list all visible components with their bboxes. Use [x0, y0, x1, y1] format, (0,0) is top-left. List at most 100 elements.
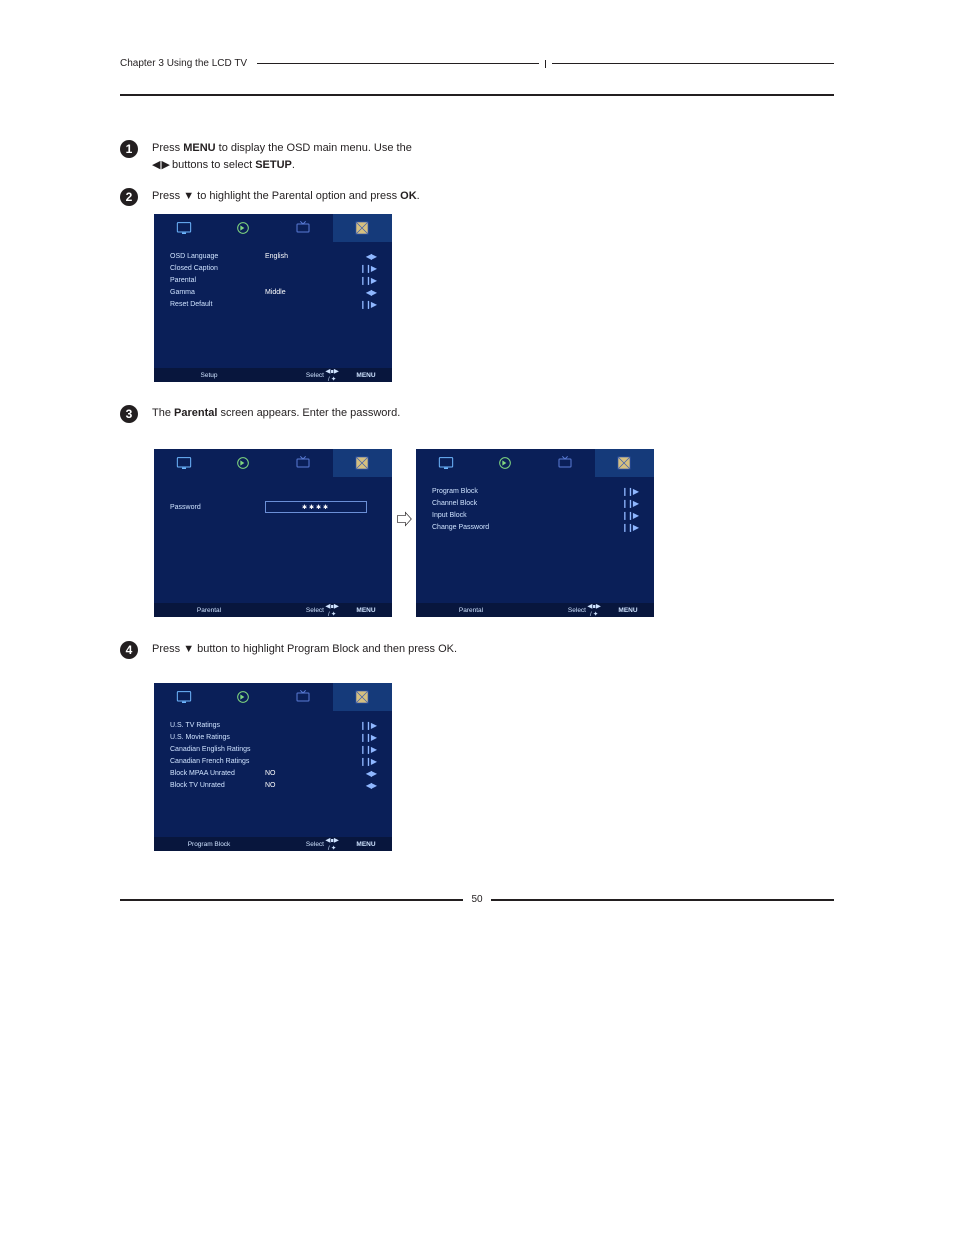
step-3: 3 The Parental screen appears. Enter the… — [120, 405, 400, 423]
section-rule — [120, 94, 834, 96]
osd-menu-label: MENU — [340, 372, 392, 379]
osd-row-value: English — [265, 253, 325, 260]
text: The — [152, 407, 174, 419]
osd-screen-name: Parental — [154, 607, 264, 614]
step-1: 1 Press MENU to display the OSD main men… — [120, 140, 412, 174]
page-header: Chapter 3 Using the LCD TV — [120, 58, 834, 69]
step-3-text: The Parental screen appears. Enter the p… — [152, 405, 400, 422]
text: Press — [152, 643, 183, 655]
osd-select-label: Select — [264, 372, 324, 379]
osd-menu-label: MENU — [602, 607, 654, 614]
tab-audio-icon — [214, 683, 274, 711]
password-mask: ✱✱✱✱ — [302, 504, 330, 511]
tab-audio-icon — [214, 449, 274, 477]
text: button to highlight — [194, 643, 287, 655]
osd-footer: Parental Select ◀∎▶ / ✦ MENU — [416, 603, 654, 617]
tab-picture-icon — [154, 214, 214, 242]
osd-nav-icon: ◀∎▶ / ✦ — [586, 602, 602, 618]
osd-row-arrow-icon: ❙❙▶ — [325, 300, 376, 309]
footer-rule — [120, 899, 463, 901]
osd-row-label: U.S. TV Ratings — [170, 722, 265, 729]
osd-menu-label: MENU — [340, 607, 392, 614]
header-rule — [257, 63, 539, 64]
osd-nav-icon: ◀∎▶ / ✦ — [324, 836, 340, 852]
osd-row-arrow-icon: ❙❙▶ — [587, 523, 638, 532]
step-2-text: Press ▼ to highlight the Parental option… — [152, 188, 420, 205]
password-label: Password — [170, 504, 265, 511]
osd-nav-icon: ◀∎▶ / ✦ — [324, 367, 340, 383]
osd-tab-bar — [154, 683, 392, 711]
osd-footer: Setup Select ◀∎▶ / ✦ MENU — [154, 368, 392, 382]
step-4-text: Press ▼ button to highlight Program Bloc… — [152, 641, 457, 658]
osd-row-label: OSD Language — [170, 253, 265, 260]
osd-row-arrow-icon: ❙❙▶ — [587, 499, 638, 508]
osd-setup-screen: OSD LanguageEnglish◀▶Closed Caption❙❙▶Pa… — [154, 214, 392, 382]
text: to highlight the Parental option and pre… — [194, 190, 400, 202]
osd-row-label: Program Block — [432, 488, 527, 495]
osd-menu-row: Block TV UnratedNO◀▶ — [170, 779, 376, 791]
osd-row-value: NO — [265, 782, 325, 789]
step-1-bullet: 1 — [120, 140, 138, 158]
text: . — [292, 159, 295, 171]
label-parental: Parental — [174, 407, 217, 419]
step-2: 2 Press ▼ to highlight the Parental opti… — [120, 188, 420, 206]
osd-footer: Program Block Select ◀∎▶ / ✦ MENU — [154, 837, 392, 851]
osd-nav-icon: ◀∎▶ / ✦ — [324, 602, 340, 618]
osd-row-label: Channel Block — [432, 500, 527, 507]
osd-parental-body: Program Block❙❙▶Channel Block❙❙▶Input Bl… — [416, 477, 654, 533]
tab-tv-icon — [535, 449, 595, 477]
osd-menu-row: Input Block❙❙▶ — [432, 509, 638, 521]
osd-screen-name: Setup — [154, 372, 264, 379]
osd-menu-label: MENU — [340, 841, 392, 848]
text: buttons to select — [169, 159, 255, 171]
osd-row-arrow-icon: ◀▶ — [325, 769, 376, 778]
tab-audio-icon — [476, 449, 536, 477]
tab-tv-icon — [273, 214, 333, 242]
label-setup: SETUP — [255, 159, 292, 171]
osd-row-label: Gamma — [170, 289, 265, 296]
osd-row-label: Reset Default — [170, 301, 265, 308]
osd-select-label: Select — [264, 607, 324, 614]
osd-select-label: Select — [526, 607, 586, 614]
tab-picture-icon — [154, 683, 214, 711]
label-ok: OK — [400, 190, 417, 202]
osd-row-arrow-icon: ◀▶ — [325, 252, 376, 261]
step-4-bullet: 4 — [120, 641, 138, 659]
text: . — [417, 190, 420, 202]
osd-password-screen: Password ✱✱✱✱ Parental Select ◀∎▶ / ✦ ME… — [154, 449, 392, 617]
osd-screen-name: Parental — [416, 607, 526, 614]
right-arrow-icon — [396, 511, 412, 527]
header-tick — [545, 60, 546, 68]
tab-audio-icon — [214, 214, 274, 242]
tab-tv-icon — [273, 449, 333, 477]
osd-screen-name: Program Block — [154, 841, 264, 848]
osd-row-arrow-icon: ❙❙▶ — [325, 276, 376, 285]
osd-menu-row: Channel Block ❙❙▶ — [432, 497, 638, 509]
tab-picture-icon — [416, 449, 476, 477]
label-ok: OK — [438, 643, 454, 655]
osd-tab-bar — [416, 449, 654, 477]
header-rule-2 — [552, 63, 834, 64]
osd-row-label: Parental — [170, 277, 265, 284]
text: . — [454, 643, 457, 655]
osd-row-label: Block MPAA Unrated — [170, 770, 265, 777]
osd-menu-row: Program Block❙❙▶ — [432, 485, 638, 497]
osd-password-body: Password ✱✱✱✱ — [154, 477, 392, 513]
text: and then press — [359, 643, 438, 655]
osd-menu-row: Canadian English Ratings❙❙▶ — [170, 743, 376, 755]
text: Press — [152, 190, 183, 202]
osd-row-label: Change Password — [432, 524, 527, 531]
osd-row-arrow-icon: ❙❙▶ — [325, 264, 376, 273]
label-program-block: Program Block — [287, 643, 359, 655]
osd-menu-row: Block MPAA UnratedNO◀▶ — [170, 767, 376, 779]
osd-row-label: Block TV Unrated — [170, 782, 265, 789]
osd-row-arrow-icon: ❙❙▶ — [325, 757, 376, 766]
text: Press — [152, 142, 183, 154]
osd-row-arrow-icon: ❙❙▶ — [587, 511, 638, 520]
footer-rule-2 — [491, 899, 834, 901]
osd-menu-row: OSD LanguageEnglish◀▶ — [170, 250, 376, 262]
osd-row-arrow-icon: ❙❙▶ — [325, 733, 376, 742]
osd-menu-row: Parental ❙❙▶ — [170, 274, 376, 286]
chapter-title: Chapter 3 Using the LCD TV — [120, 58, 247, 69]
step-1-text: Press MENU to display the OSD main menu.… — [152, 140, 412, 174]
